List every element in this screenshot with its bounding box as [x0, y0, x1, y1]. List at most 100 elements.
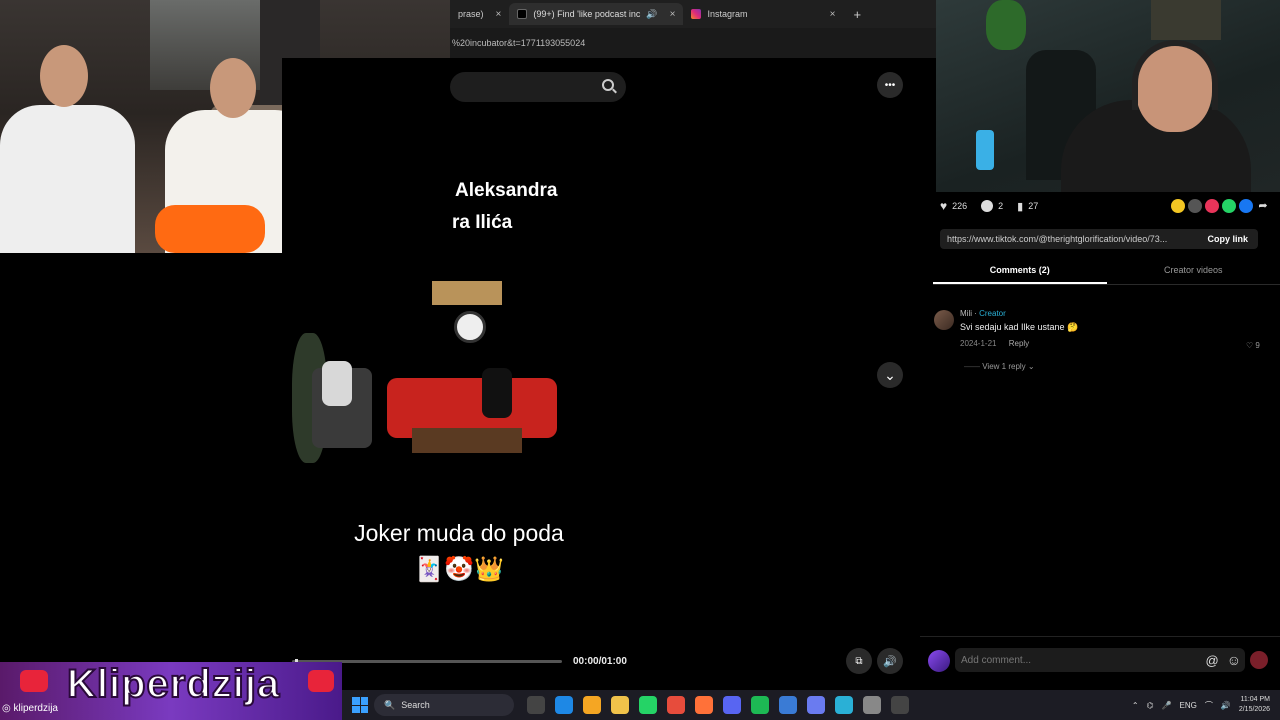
obs-icon[interactable]	[891, 696, 909, 714]
next-video-button[interactable]: ⌄	[877, 362, 903, 388]
firefox-icon[interactable]	[695, 696, 713, 714]
comment-button[interactable]: 2	[981, 200, 1003, 212]
notepad-icon[interactable]	[807, 696, 825, 714]
pip-icon[interactable]: ⧉	[846, 648, 872, 674]
copy-link-button[interactable]: Copy link	[1207, 234, 1248, 244]
guest-middle-head	[210, 58, 256, 118]
task-view-icon[interactable]	[527, 696, 545, 714]
search-icon[interactable]	[602, 79, 614, 91]
taskbar-clock[interactable]: 11:04 PM 2/15/2026	[1239, 695, 1270, 715]
youtube-icon	[308, 670, 334, 692]
volume-icon[interactable]: 🔊	[877, 648, 903, 674]
webcam-streamer	[936, 0, 1280, 192]
video-studio-frame	[282, 273, 636, 473]
language-indicator[interactable]: ENG	[1180, 701, 1197, 710]
divider: ——	[964, 362, 980, 371]
video-actions: ♥ 226 2 ▮ 27 ➦	[940, 198, 1270, 214]
tab-prase[interactable]: prase) ×	[450, 3, 509, 25]
speaker-icon[interactable]: 🔊	[646, 9, 657, 20]
chevron-up-icon[interactable]: ⌃	[1132, 701, 1139, 710]
instagram-handle: ◎ kliperdzija	[2, 703, 58, 714]
emoji-icon[interactable]: ☺	[1227, 652, 1241, 668]
studio-guest	[482, 368, 512, 418]
microphone	[976, 130, 994, 170]
address-bar[interactable]: %20incubator&t=1771193055024	[450, 28, 936, 58]
divider	[933, 284, 1280, 285]
video-caption: Joker muda do poda	[354, 520, 564, 546]
post-comment-button[interactable]	[1250, 651, 1268, 669]
windows-start-icon[interactable]	[352, 697, 368, 713]
taskbar-search[interactable]: 🔍 Search	[374, 694, 514, 716]
system-tray: ⌃ ⌬ 🎤 ENG ⌒ 🔊 11:04 PM 2/15/2026	[1132, 695, 1280, 715]
headphones	[1132, 40, 1218, 110]
spotify-icon[interactable]	[751, 696, 769, 714]
wifi-icon[interactable]: ⌒	[1205, 700, 1213, 711]
close-icon[interactable]: ×	[670, 9, 676, 20]
chevron-down-icon: ⌄	[1027, 362, 1035, 371]
heart-icon: ♡	[1246, 341, 1254, 350]
avatar	[928, 650, 950, 672]
comments-tabs: Comments (2) Creator videos	[933, 262, 1280, 284]
reply-button[interactable]: Reply	[1009, 339, 1029, 348]
network-icon[interactable]: ⌬	[1147, 701, 1154, 710]
background-shelf	[1151, 0, 1221, 40]
save-button[interactable]: ▮ 27	[1017, 200, 1038, 213]
bookmark-icon: ▮	[1017, 200, 1024, 213]
tab-creator-videos[interactable]: Creator videos	[1107, 262, 1280, 284]
background-plant	[986, 0, 1026, 50]
telegram-icon[interactable]	[835, 696, 853, 714]
browser-tab-bar: prase) × (99+) Find 'like podcast inc 🔊 …	[450, 0, 936, 28]
tab-instagram[interactable]: Instagram ×	[683, 3, 843, 25]
discord-icon[interactable]	[723, 696, 741, 714]
comment-like-button[interactable]: ♡ 9	[1246, 341, 1260, 350]
comment-author[interactable]: Mili · Creator	[960, 309, 1006, 318]
whatsapp-icon[interactable]	[639, 696, 657, 714]
video-overlay-text-line2: ra Ilića	[452, 212, 513, 233]
like-button[interactable]: ♥ 226	[940, 199, 967, 213]
new-tab-button[interactable]: +	[853, 7, 861, 22]
chrome-icon[interactable]	[667, 696, 685, 714]
at-icon[interactable]: @	[1206, 653, 1219, 668]
channel-logo-text: Kliperdzija	[66, 661, 281, 707]
copilot-icon[interactable]	[583, 696, 601, 714]
comment-meta: 2024-1-21 Reply	[960, 339, 1030, 348]
video-emojis: 🃏🤡👑	[414, 556, 504, 583]
comment-text: Svi sedaju kad Ilke ustane 🤔	[960, 322, 1079, 332]
whatsapp-icon[interactable]	[1222, 199, 1236, 213]
taskbar: 🔍 Search ⌃ ⌬ 🎤 ENG ⌒ 🔊 11:04 PM 2/15/202…	[342, 690, 1280, 720]
comment-input[interactable]: Add comment... @ ☺	[955, 648, 1245, 672]
guest-left	[0, 105, 135, 253]
app-icon[interactable]	[779, 696, 797, 714]
heart-icon: ♥	[940, 199, 948, 213]
close-icon[interactable]: ×	[496, 9, 502, 20]
youtube-icon	[20, 670, 48, 692]
studio-map	[432, 281, 502, 305]
mic-icon[interactable]: 🎤	[1162, 701, 1172, 710]
settings-icon[interactable]	[863, 696, 881, 714]
emoji-share-icon[interactable]	[1171, 199, 1185, 213]
tab-comments[interactable]: Comments (2)	[933, 262, 1107, 284]
volume-icon[interactable]: 🔊	[1221, 701, 1231, 710]
tiktok-icon	[517, 9, 528, 19]
instagram-icon	[691, 9, 702, 19]
embed-icon[interactable]	[1188, 199, 1202, 213]
studio-clock	[454, 311, 486, 343]
edge-icon[interactable]	[555, 696, 573, 714]
search-input[interactable]	[450, 72, 626, 102]
studio-shelf-left	[342, 303, 402, 363]
studio-table	[412, 428, 522, 453]
studio-shelf-right	[517, 293, 597, 373]
tab-tiktok[interactable]: (99+) Find 'like podcast inc 🔊 ×	[509, 3, 684, 25]
video-link-field[interactable]: https://www.tiktok.com/@therightglorific…	[940, 229, 1258, 249]
avatar[interactable]	[934, 310, 954, 330]
more-options-button[interactable]: •••	[877, 72, 903, 98]
view-replies-button[interactable]: —— View 1 reply ⌄	[964, 362, 1035, 371]
video-time: 00:00/01:00	[573, 656, 627, 667]
send-icon[interactable]	[1205, 199, 1219, 213]
folder-icon[interactable]	[611, 696, 629, 714]
comment-icon	[981, 200, 994, 212]
close-icon[interactable]: ×	[830, 9, 836, 20]
search-icon: 🔍	[384, 699, 396, 710]
share-arrow-icon[interactable]: ➦	[1256, 199, 1270, 213]
facebook-icon[interactable]	[1239, 199, 1253, 213]
